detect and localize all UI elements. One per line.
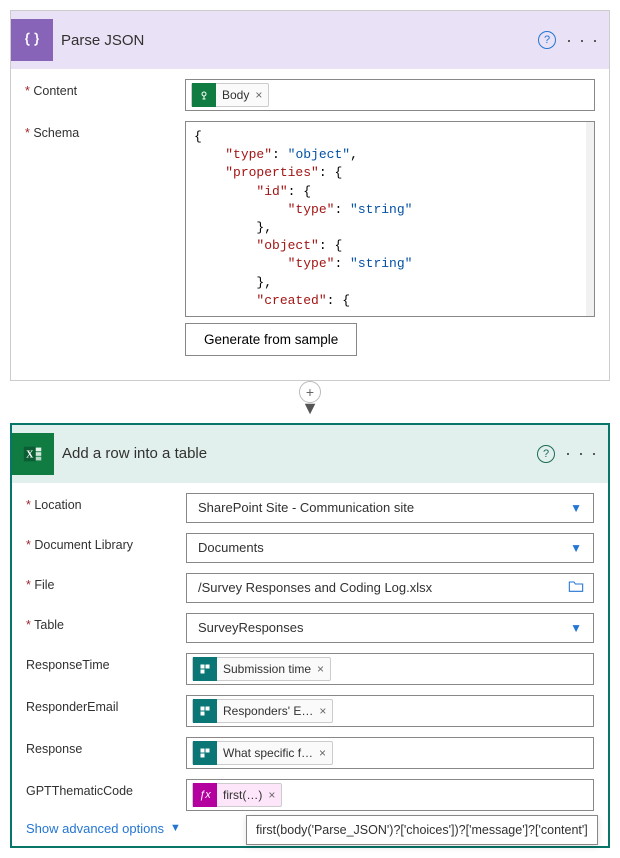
remove-token-icon[interactable]: ×	[317, 662, 330, 676]
location-label: Location	[26, 493, 186, 512]
add-row-body: Location SharePoint Site - Communication…	[12, 483, 608, 846]
card-title: Add a row into a table	[62, 445, 537, 462]
response-token[interactable]: What specific f… ×	[192, 741, 333, 765]
gpt-input[interactable]: ƒx first(…) ×	[186, 779, 594, 811]
forms-icon	[193, 699, 217, 723]
content-label: Content	[25, 79, 185, 98]
forms-icon	[193, 741, 217, 765]
responder-input[interactable]: Responders' E… ×	[186, 695, 594, 727]
forms-icon	[193, 657, 217, 681]
excel-icon: X	[12, 433, 54, 475]
responsetime-input[interactable]: Submission time ×	[186, 653, 594, 685]
response-input[interactable]: What specific f… ×	[186, 737, 594, 769]
more-icon[interactable]: · · ·	[565, 443, 598, 464]
chevron-down-icon[interactable]: ▼	[564, 621, 588, 635]
remove-token-icon[interactable]: ×	[319, 704, 332, 718]
responder-label: ResponderEmail	[26, 695, 186, 714]
svg-text:X: X	[26, 450, 34, 461]
card-title: Parse JSON	[61, 32, 538, 49]
body-token-icon	[192, 83, 216, 107]
table-label: Table	[26, 613, 186, 632]
remove-token-icon[interactable]: ×	[319, 746, 332, 760]
connector: + ▼	[0, 381, 620, 423]
location-select[interactable]: SharePoint Site - Communication site ▼	[186, 493, 594, 523]
file-label: File	[26, 573, 186, 592]
folder-picker-icon[interactable]	[564, 579, 588, 596]
fx-icon: ƒx	[193, 783, 217, 807]
add-row-header[interactable]: X Add a row into a table ? · · ·	[12, 425, 608, 483]
expression-token[interactable]: ƒx first(…) ×	[192, 783, 282, 807]
more-icon[interactable]: · · ·	[566, 30, 599, 51]
add-row-card: X Add a row into a table ? · · · Locatio…	[10, 423, 610, 848]
arrow-down-icon: ▼	[301, 401, 319, 415]
json-icon	[11, 19, 53, 61]
gpt-label: GPTThematicCode	[26, 779, 186, 798]
doclib-label: Document Library	[26, 533, 186, 552]
parse-json-header[interactable]: Parse JSON ? · · ·	[11, 11, 609, 69]
parse-json-card: Parse JSON ? · · · Content Body × Schema	[10, 10, 610, 381]
chevron-down-icon: ▼	[170, 822, 181, 834]
scrollbar[interactable]	[586, 122, 594, 316]
help-icon[interactable]: ?	[538, 31, 556, 49]
submission-time-token[interactable]: Submission time ×	[192, 657, 331, 681]
table-select[interactable]: SurveyResponses ▼	[186, 613, 594, 643]
help-icon[interactable]: ?	[537, 445, 555, 463]
expression-tooltip: first(body('Parse_JSON')?['choices'])?['…	[246, 815, 598, 845]
responder-email-token[interactable]: Responders' E… ×	[192, 699, 333, 723]
show-advanced-toggle[interactable]: Show advanced options ▼	[26, 821, 181, 836]
file-input[interactable]: /Survey Responses and Coding Log.xlsx	[186, 573, 594, 603]
schema-editor[interactable]: { "type": "object", "properties": { "id"…	[185, 121, 595, 317]
generate-from-sample-button[interactable]: Generate from sample	[185, 323, 357, 356]
chevron-down-icon[interactable]: ▼	[564, 541, 588, 555]
responsetime-label: ResponseTime	[26, 653, 186, 672]
remove-token-icon[interactable]: ×	[268, 788, 281, 802]
doclib-select[interactable]: Documents ▼	[186, 533, 594, 563]
chevron-down-icon[interactable]: ▼	[564, 501, 588, 515]
body-token[interactable]: Body ×	[191, 83, 269, 107]
content-input[interactable]: Body ×	[185, 79, 595, 111]
parse-json-body: Content Body × Schema { "type": "obj	[11, 69, 609, 380]
remove-token-icon[interactable]: ×	[255, 88, 268, 102]
schema-label: Schema	[25, 121, 185, 140]
response-label: Response	[26, 737, 186, 756]
